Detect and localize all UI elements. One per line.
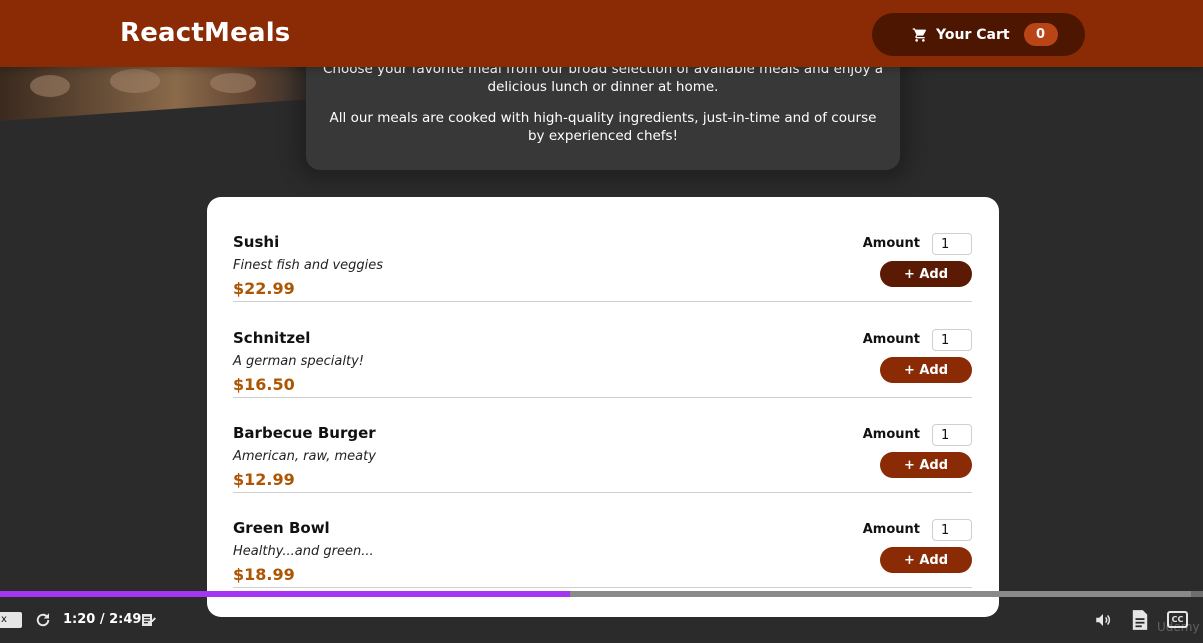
meal-name: Barbecue Burger [233, 424, 376, 442]
available-meals-card: Sushi Finest fish and veggies $22.99 Amo… [207, 197, 999, 617]
amount-label: Amount [862, 522, 920, 537]
amount-label: Amount [862, 427, 920, 442]
add-to-cart-button[interactable]: + Add [880, 452, 972, 478]
meal-item: Barbecue Burger American, raw, meaty $12… [233, 398, 972, 493]
meal-item: Sushi Finest fish and veggies $22.99 Amo… [233, 207, 972, 302]
app-header: ReactMeals Your Cart 0 [0, 0, 1203, 67]
add-to-cart-button[interactable]: + Add [880, 357, 972, 383]
amount-input[interactable] [932, 519, 972, 541]
playback-speed-button[interactable]: x [0, 612, 22, 628]
add-to-cart-button[interactable]: + Add [880, 547, 972, 573]
replay-icon[interactable] [34, 611, 52, 629]
meal-price: $22.99 [233, 279, 295, 298]
meal-item: Green Bowl Healthy...and green... $18.99… [233, 493, 972, 588]
udemy-watermark: Udemy [1157, 620, 1200, 634]
meal-price: $12.99 [233, 470, 295, 489]
meal-name: Green Bowl [233, 519, 330, 537]
meal-price: $18.99 [233, 565, 295, 584]
add-to-cart-button[interactable]: + Add [880, 261, 972, 287]
cart-count-badge: 0 [1023, 23, 1058, 46]
video-time: 1:20 / 2:49 [63, 612, 142, 627]
video-controls: x 1:20 / 2:49 CC Udemy [0, 597, 1203, 643]
meal-description: Finest fish and veggies [233, 258, 384, 273]
meal-name: Schnitzel [233, 329, 311, 347]
brand-title: ReactMeals [120, 18, 291, 48]
add-note-icon[interactable] [140, 612, 156, 628]
meal-description: Healthy...and green... [233, 544, 374, 559]
cart-label: Your Cart [936, 26, 1010, 43]
summary-paragraph-2: All our meals are cooked with high-quali… [329, 110, 877, 144]
amount-input[interactable] [932, 424, 972, 446]
amount-input[interactable] [932, 329, 972, 351]
meals-hero-image [0, 67, 320, 121]
transcript-icon[interactable] [1131, 609, 1149, 631]
amount-label: Amount [862, 332, 920, 347]
cart-icon [912, 27, 927, 42]
meal-description: American, raw, meaty [233, 449, 376, 464]
meal-description: A german specialty! [233, 354, 364, 369]
meal-name: Sushi [233, 233, 280, 251]
amount-input[interactable] [932, 233, 972, 255]
meal-item: Schnitzel A german specialty! $16.50 Amo… [233, 303, 972, 398]
cart-button[interactable]: Your Cart 0 [872, 13, 1085, 56]
meal-price: $16.50 [233, 375, 295, 394]
volume-icon[interactable] [1093, 611, 1113, 629]
amount-label: Amount [862, 236, 920, 251]
